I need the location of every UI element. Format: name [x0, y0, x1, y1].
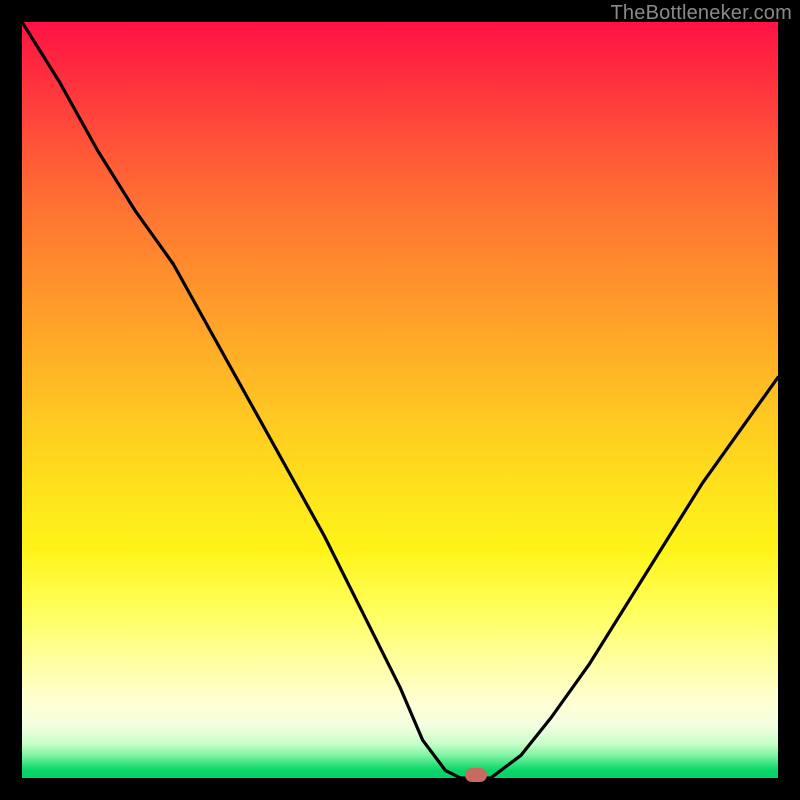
chart-frame: TheBottleneker.com	[0, 0, 800, 800]
watermark-text: TheBottleneker.com	[611, 2, 792, 25]
plot-area	[22, 22, 778, 778]
